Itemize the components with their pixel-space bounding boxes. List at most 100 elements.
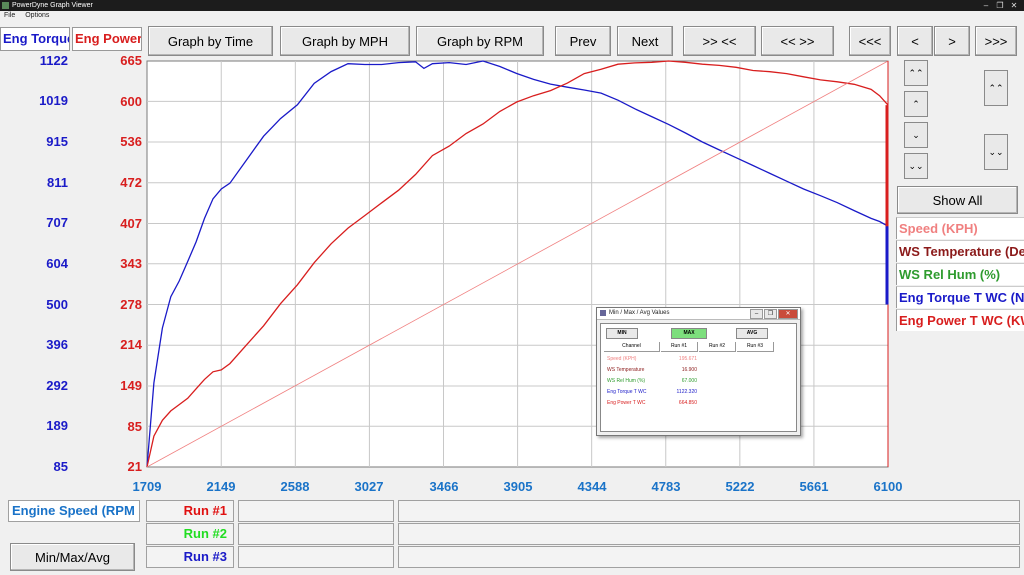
maximize-icon[interactable]: ❐ — [764, 309, 777, 319]
dialog-body: MIN MAX AVG Channel Run #1 Run #2 Run #3… — [600, 323, 797, 432]
menu-options[interactable]: Options — [25, 12, 49, 19]
row-run-1-value: 67.000 — [681, 378, 697, 384]
y-tick-label-power: 536 — [120, 134, 142, 149]
next-button[interactable]: Next — [617, 26, 673, 56]
window-controls: – ❐ ✕ — [978, 0, 1020, 11]
scroll-up-button[interactable]: ⌃ — [904, 91, 928, 117]
y-tick-label-torque: 396 — [46, 337, 68, 352]
dialog-title-bar: Min / Max / Avg Values – ❐ ✕ — [597, 308, 800, 320]
y-tick-label-torque: 915 — [46, 134, 68, 149]
scroll-top-button[interactable]: ⌃⌃ — [904, 60, 928, 86]
x-tick-label: 5222 — [725, 479, 755, 494]
scroll-bottom-button[interactable]: ⌄⌄ — [904, 153, 928, 179]
right-scroll-down-button[interactable]: ⌄⌄ — [984, 134, 1008, 170]
chevron-down-icon: ⌄ — [912, 129, 920, 140]
dialog-window-controls: – ❐ ✕ — [749, 309, 798, 319]
row-run-1-value: 664.850 — [678, 400, 697, 406]
min-max-avg-button[interactable]: Min/Max/Avg — [10, 543, 135, 571]
y-tick-label-power: 214 — [120, 337, 142, 352]
double-chevron-down-icon: ⌄⌄ — [908, 160, 924, 171]
minimize-icon[interactable]: – — [980, 1, 992, 10]
run-2-details — [398, 523, 1020, 545]
y-tick-label-power: 407 — [120, 216, 142, 231]
avg-tab-button[interactable]: AVG — [736, 328, 768, 339]
y-tick-label-power: 472 — [120, 175, 142, 190]
x-tick-label: 6100 — [873, 479, 903, 494]
y-tick-label-torque: 1019 — [39, 93, 68, 108]
double-chevron-down-icon: ⌄⌄ — [988, 146, 1004, 157]
y-tick-label-torque: 707 — [46, 215, 68, 230]
menu-file[interactable]: File — [4, 12, 15, 19]
column-header-run-2: Run #2 — [699, 342, 736, 352]
zoom-out-button[interactable]: << >> — [761, 26, 834, 56]
power-axis-label[interactable]: Eng Power — [72, 27, 142, 51]
column-header-channel: Channel — [604, 342, 660, 352]
run-2-info — [238, 523, 394, 545]
legend-ws-temperature[interactable]: WS Temperature (Deg C) — [896, 240, 1024, 262]
x-tick-label: 3466 — [429, 479, 459, 494]
run-3-label[interactable]: Run #3 — [146, 546, 234, 568]
app-icon — [2, 2, 9, 9]
show-all-button[interactable]: Show All — [897, 186, 1018, 214]
min-max-avg-dialog: Min / Max / Avg Values – ❐ ✕ MIN MAX AVG… — [596, 307, 801, 436]
dialog-app-icon — [600, 310, 606, 316]
y-tick-label-torque: 292 — [46, 378, 68, 393]
y-tick-label-torque: 189 — [46, 418, 68, 433]
graph-by-time-button[interactable]: Graph by Time — [148, 26, 273, 56]
row-channel-label: Eng Power T WC — [607, 400, 646, 406]
run-1-info — [238, 500, 394, 522]
maximize-icon[interactable]: ❐ — [994, 1, 1006, 10]
legend-speed[interactable]: Speed (KPH) — [896, 217, 1024, 239]
column-header-run-1: Run #1 — [661, 342, 698, 352]
x-tick-label: 3905 — [503, 479, 533, 494]
legend-ws-rel-hum[interactable]: WS Rel Hum (%) — [896, 263, 1024, 285]
x-tick-label: 5661 — [799, 479, 829, 494]
y-tick-label-power: 665 — [120, 53, 142, 68]
x-tick-label: 4344 — [577, 479, 607, 494]
pan-left-button[interactable]: < — [897, 26, 933, 56]
row-run-1-value: 16.900 — [681, 367, 697, 373]
y-tick-label-torque: 500 — [46, 297, 68, 312]
run-2-label[interactable]: Run #2 — [146, 523, 234, 545]
pan-far-left-button[interactable]: <<< — [849, 26, 891, 56]
legend-eng-power[interactable]: Eng Power T WC (KW) — [896, 309, 1024, 331]
legend-eng-torque[interactable]: Eng Torque T WC (Nm) — [896, 286, 1024, 308]
run-1-details — [398, 500, 1020, 522]
double-chevron-up-icon: ⌃⌃ — [908, 67, 924, 78]
y-tick-label-power: 85 — [127, 419, 142, 434]
torque-axis-label[interactable]: Eng Torque — [0, 27, 70, 51]
window-title: PowerDyne Graph Viewer — [12, 2, 93, 9]
zoom-in-button[interactable]: >> << — [683, 26, 756, 56]
x-tick-label: 2149 — [206, 479, 236, 494]
row-channel-label: WS Temperature — [607, 367, 645, 373]
x-channel-label[interactable]: Engine Speed (RPM — [8, 500, 140, 522]
y-tick-label-power: 343 — [120, 256, 142, 271]
prev-button[interactable]: Prev — [555, 26, 611, 56]
close-icon[interactable]: ✕ — [1008, 1, 1020, 10]
row-channel-label: Eng Torque T WC — [607, 389, 647, 395]
x-tick-label: 3027 — [354, 479, 384, 494]
max-tab-button[interactable]: MAX — [671, 328, 707, 339]
y-tick-label-torque: 604 — [46, 256, 68, 271]
row-channel-label: Speed (KPH) — [607, 356, 637, 362]
y-tick-label-power: 600 — [120, 94, 142, 109]
minimize-icon[interactable]: – — [750, 309, 763, 319]
row-channel-label: WS Rel Hum (%) — [607, 378, 646, 384]
scroll-down-button[interactable]: ⌄ — [904, 122, 928, 148]
title-bar: PowerDyne Graph Viewer – ❐ ✕ — [0, 0, 1024, 11]
close-icon[interactable]: ✕ — [778, 309, 798, 319]
graph-by-mph-button[interactable]: Graph by MPH — [280, 26, 410, 56]
row-run-1-value: 1122.320 — [676, 389, 697, 395]
y-tick-label-torque: 1122 — [39, 53, 68, 68]
graph-by-rpm-button[interactable]: Graph by RPM — [416, 26, 544, 56]
y-tick-label-torque: 85 — [53, 459, 68, 474]
pan-far-right-button[interactable]: >>> — [975, 26, 1017, 56]
right-scroll-up-button[interactable]: ⌃⌃ — [984, 70, 1008, 106]
run-3-details — [398, 546, 1020, 568]
min-tab-button[interactable]: MIN — [606, 328, 638, 339]
y-tick-label-power: 21 — [127, 459, 142, 474]
chevron-up-icon: ⌃ — [912, 98, 920, 109]
y-tick-label-power: 149 — [120, 378, 142, 393]
run-1-label[interactable]: Run #1 — [146, 500, 234, 522]
pan-right-button[interactable]: > — [934, 26, 970, 56]
